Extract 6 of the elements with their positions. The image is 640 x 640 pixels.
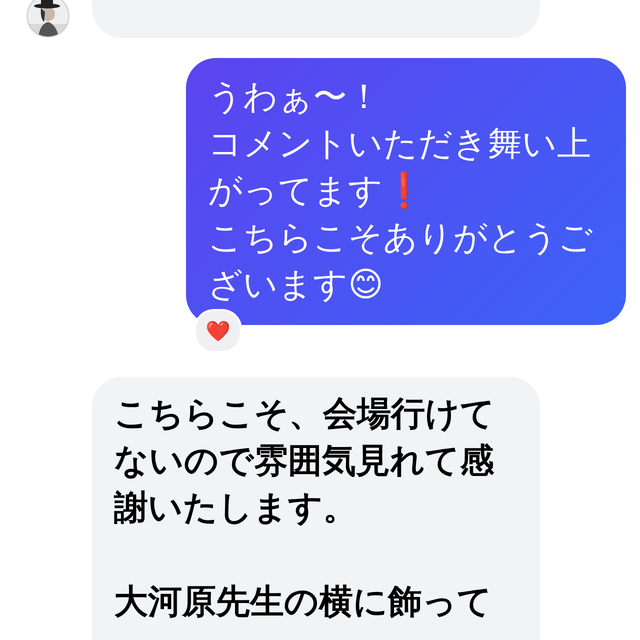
message-text: こちらこそありがとうございます😊 — [208, 217, 594, 307]
message-text: こちらこそ、会場行けてないので雰囲気見れて感謝いたします。 — [114, 393, 496, 530]
reaction-badge[interactable]: ❤ — [194, 309, 242, 353]
message-text: コメントいただき舞い上がってます❗ — [208, 123, 592, 213]
message-text: うわぁ〜！ — [208, 76, 382, 119]
message-text: 大河原先生の横に飾って — [114, 581, 493, 624]
